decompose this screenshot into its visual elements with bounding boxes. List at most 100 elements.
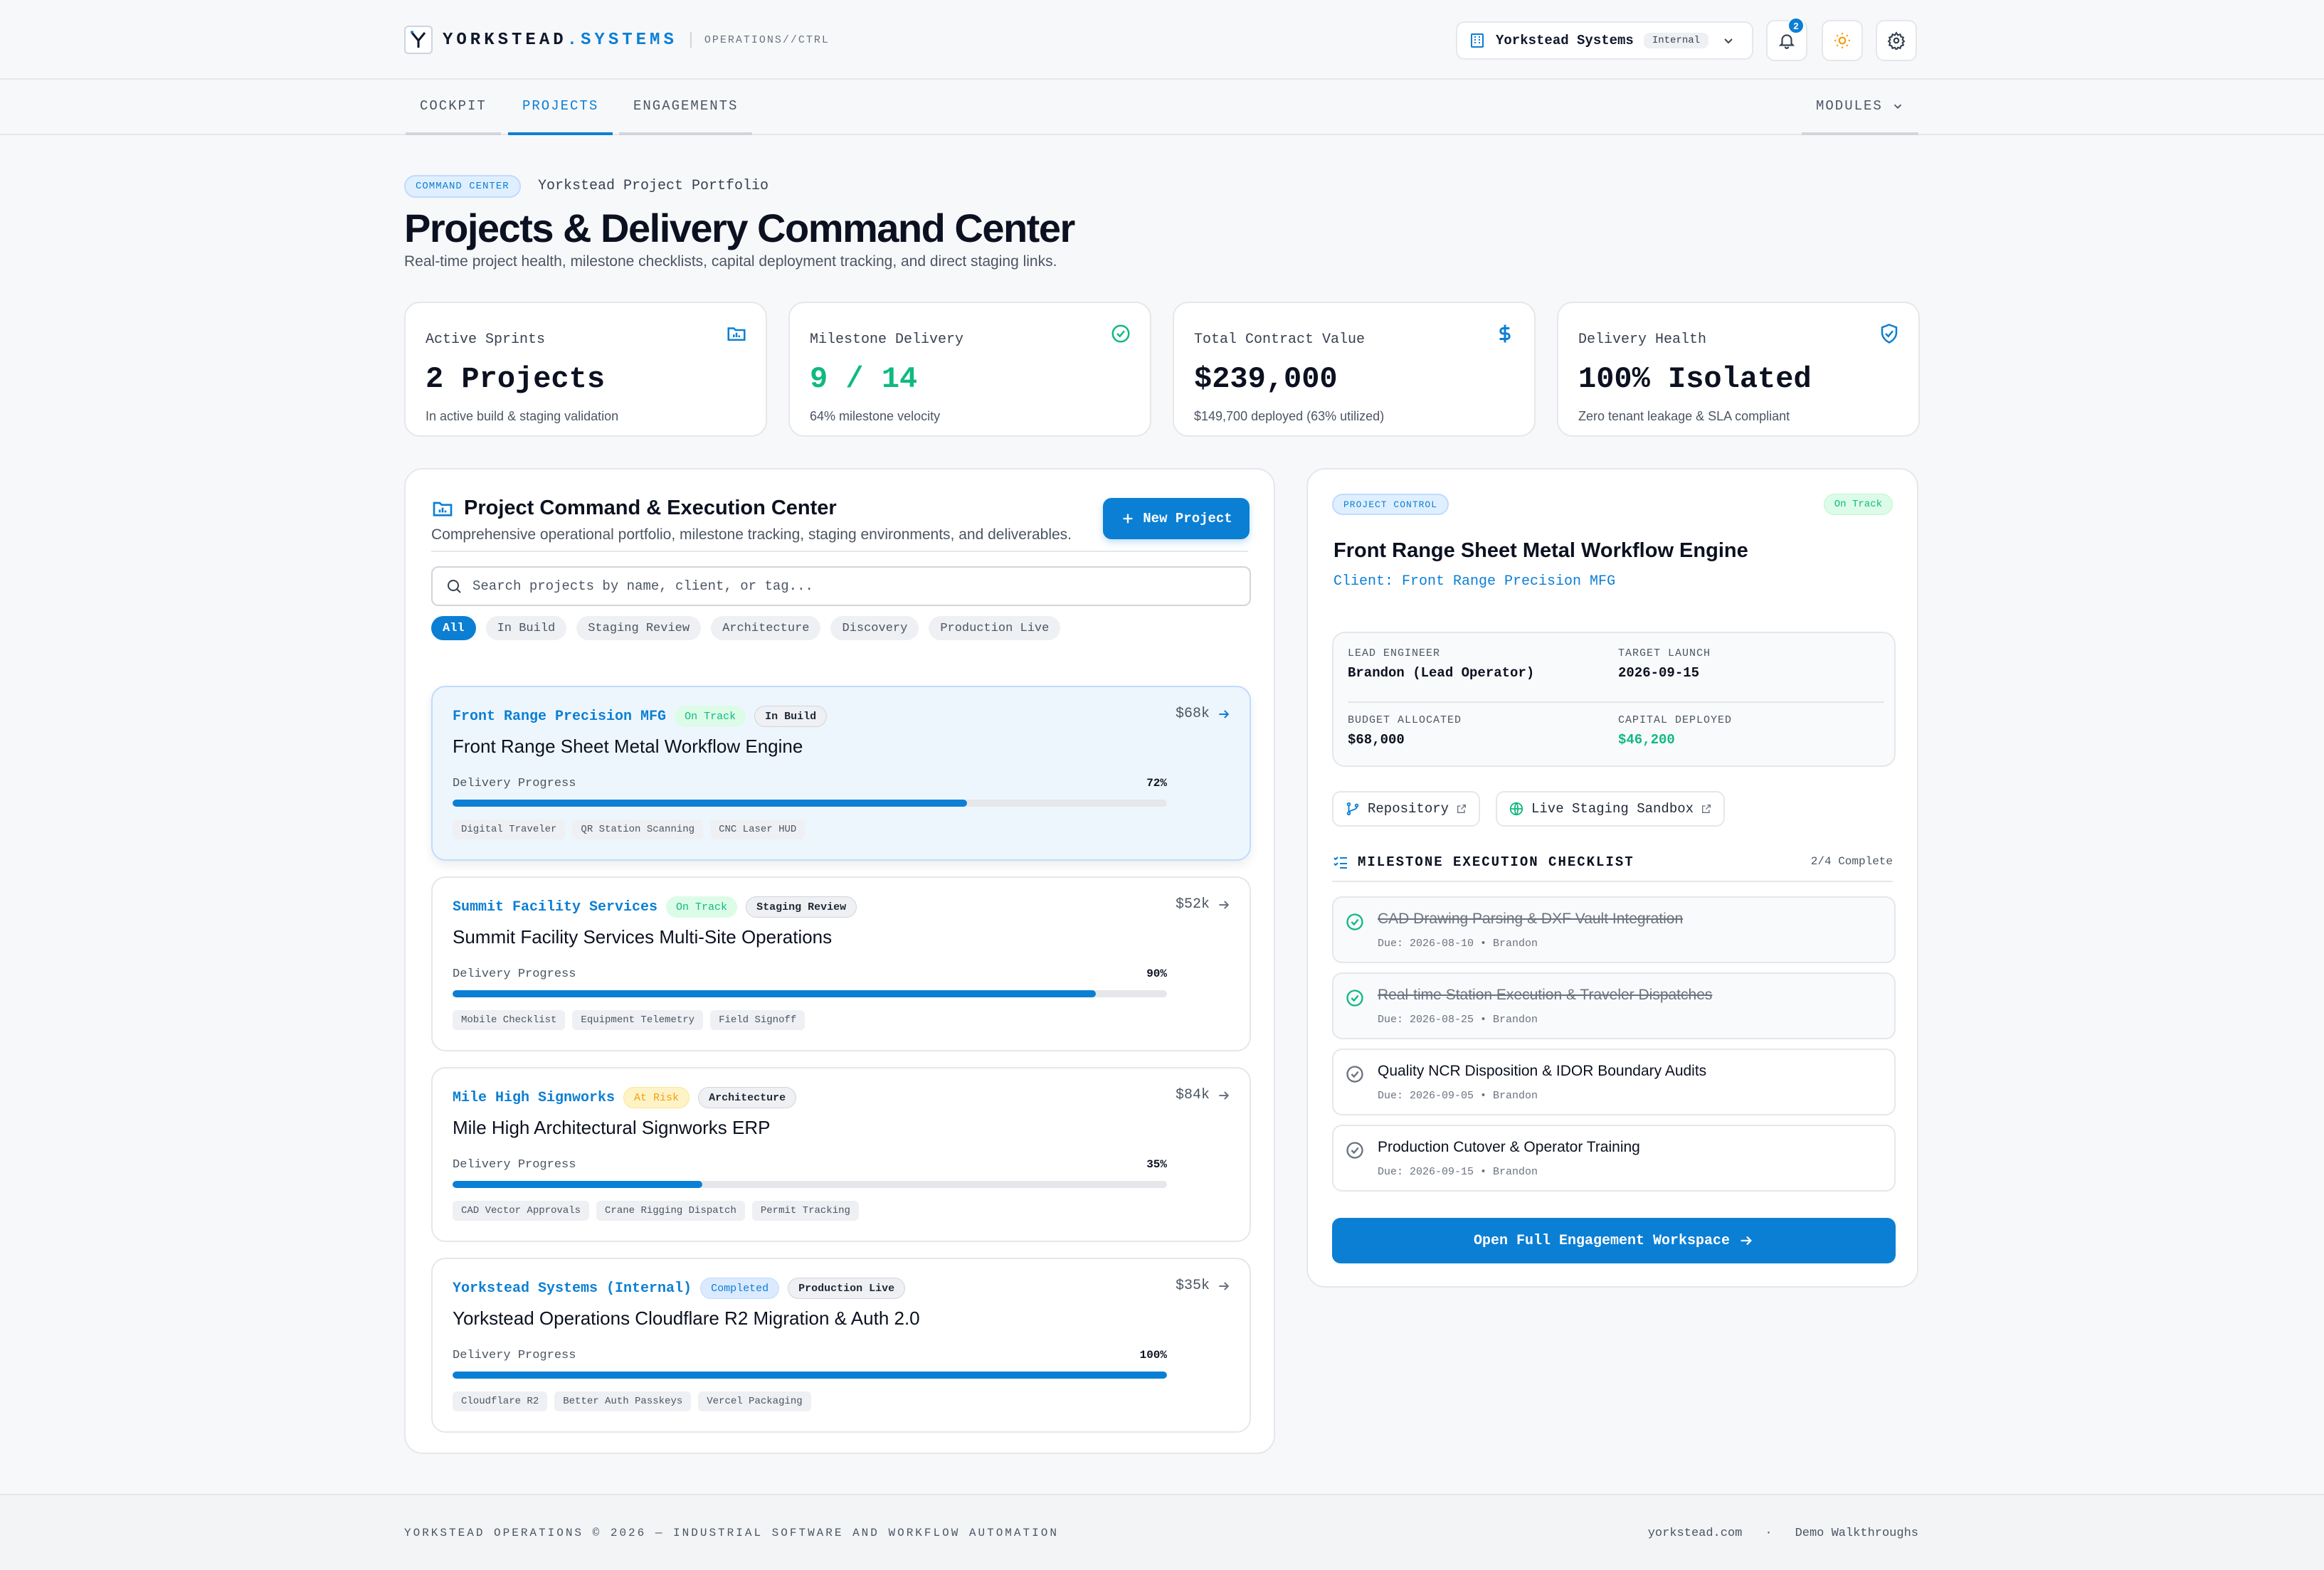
brand-logo[interactable]: YORKSTEAD.SYSTEMS OPERATIONS//CTRL — [404, 26, 830, 54]
plus-icon — [1120, 511, 1136, 526]
project-card[interactable]: Mile High Signworks At Risk Architecture… — [431, 1067, 1251, 1242]
notifications-button[interactable]: 2 — [1766, 17, 1807, 61]
building-icon — [1469, 32, 1486, 49]
org-name: Yorkstead Systems — [1496, 33, 1634, 48]
folder-chart-icon — [431, 497, 454, 520]
project-search-input[interactable]: Search projects by name, client, or tag.… — [431, 566, 1251, 606]
kpi-note: Zero tenant leakage & SLA compliant — [1578, 409, 1790, 423]
kpi-value: 9 / 14 — [810, 362, 918, 396]
info-lead-engineer: LEAD ENGINEER Brandon (Lead Operator) — [1348, 647, 1534, 681]
progress-bar — [453, 990, 1167, 997]
dollar-icon — [1494, 323, 1516, 344]
info-value: $46,200 — [1618, 732, 1675, 748]
milestone-item[interactable]: Real-time Station Execution & Traveler D… — [1332, 972, 1896, 1039]
progress-bar-fill — [453, 1181, 703, 1188]
theme-toggle-button[interactable] — [1822, 20, 1863, 61]
footer: YORKSTEAD OPERATIONS © 2026 — INDUSTRIAL… — [0, 1494, 2324, 1570]
live-staging-link[interactable]: Live Staging Sandbox — [1496, 791, 1726, 827]
arrow-right-icon — [1217, 898, 1231, 912]
project-card[interactable]: Front Range Precision MFG On Track In Bu… — [431, 686, 1251, 861]
project-name: Yorkstead Operations Cloudflare R2 Migra… — [453, 1308, 920, 1329]
detail-client: Client: Front Range Precision MFG — [1333, 573, 1616, 590]
kpi-value: 100% Isolated — [1578, 362, 1812, 396]
check-circle-icon — [1345, 988, 1365, 1008]
kpi-label: Milestone Delivery — [810, 331, 964, 348]
search-placeholder: Search projects by name, client, or tag.… — [472, 578, 813, 594]
live-staging-label: Live Staging Sandbox — [1531, 801, 1694, 817]
new-project-label: New Project — [1143, 511, 1232, 526]
top-header: YORKSTEAD.SYSTEMS OPERATIONS//CTRL Yorks… — [0, 0, 2324, 80]
project-amount: $35k — [1175, 1278, 1210, 1294]
info-value: 2026-09-15 — [1618, 665, 1700, 681]
chevron-down-icon — [1721, 33, 1736, 48]
info-capital-deployed: CAPITAL DEPLOYED $46,200 — [1618, 714, 1732, 748]
progress-percent: 35% — [1146, 1158, 1167, 1171]
open-workspace-label: Open Full Engagement Workspace — [1473, 1232, 1731, 1249]
brand-divider — [690, 32, 692, 48]
milestone-meta: Due: 2026-08-10 • Brandon — [1378, 938, 1538, 950]
filter-chip-production-live[interactable]: Production Live — [929, 616, 1061, 640]
repository-link[interactable]: Repository — [1332, 791, 1481, 827]
org-type-badge: Internal — [1643, 33, 1709, 48]
kpi-value: 2 Projects — [426, 362, 606, 396]
divider — [1332, 881, 1893, 882]
org-switcher[interactable]: Yorkstead Systems Internal — [1456, 21, 1753, 60]
tab-projects[interactable]: PROJECTS — [508, 80, 613, 135]
footer-link-website[interactable]: yorkstead.com — [1648, 1527, 1743, 1540]
filter-chip-in-build[interactable]: In Build — [485, 616, 567, 640]
filter-chip-all[interactable]: All — [431, 616, 476, 640]
kpi-label: Delivery Health — [1578, 331, 1707, 348]
logo-mark-icon — [404, 26, 433, 54]
modules-menu[interactable]: MODULES — [1802, 80, 1918, 135]
filter-chip-architecture[interactable]: Architecture — [711, 616, 821, 640]
projects-panel-subtitle: Comprehensive operational portfolio, mil… — [431, 526, 1072, 543]
milestone-item[interactable]: Quality NCR Disposition & IDOR Boundary … — [1332, 1049, 1896, 1115]
milestone-title: Real-time Station Execution & Traveler D… — [1378, 987, 1713, 1003]
tab-engagements[interactable]: ENGAGEMENTS — [619, 80, 753, 135]
status-badge: Completed — [700, 1278, 780, 1299]
project-card[interactable]: Summit Facility Services On Track Stagin… — [431, 876, 1251, 1051]
progress-bar — [453, 1181, 1167, 1188]
footer-link-demo[interactable]: Demo Walkthroughs — [1795, 1527, 1918, 1540]
project-client: Yorkstead Systems (Internal) — [453, 1280, 692, 1297]
project-tag: CAD Vector Approvals — [453, 1201, 590, 1221]
repository-label: Repository — [1368, 801, 1449, 817]
progress-label: Delivery Progress — [453, 777, 576, 790]
milestone-item[interactable]: CAD Drawing Parsing & DXF Vault Integrat… — [1332, 896, 1896, 963]
milestone-item[interactable]: Production Cutover & Operator Training D… — [1332, 1125, 1896, 1192]
bell-icon — [1778, 31, 1796, 50]
info-value: $68,000 — [1348, 732, 1405, 748]
search-icon — [445, 578, 463, 595]
tab-cockpit[interactable]: COCKPIT — [406, 80, 501, 135]
footer-separator: · — [1765, 1527, 1773, 1540]
arrow-right-icon — [1738, 1233, 1754, 1248]
arrow-right-icon — [1217, 1279, 1231, 1293]
project-card[interactable]: Yorkstead Systems (Internal) Completed P… — [431, 1258, 1251, 1433]
milestone-meta: Due: 2026-09-05 • Brandon — [1378, 1090, 1538, 1102]
notification-count-badge: 2 — [1787, 17, 1805, 34]
open-workspace-button[interactable]: Open Full Engagement Workspace — [1332, 1218, 1896, 1263]
git-branch-icon — [1345, 801, 1361, 817]
new-project-button[interactable]: New Project — [1103, 498, 1250, 539]
milestone-title: CAD Drawing Parsing & DXF Vault Integrat… — [1378, 911, 1684, 927]
kpi-value: $239,000 — [1194, 362, 1338, 396]
projects-panel: Project Command & Execution Center Compr… — [404, 468, 1275, 1454]
footer-copyright: YORKSTEAD OPERATIONS © 2026 — INDUSTRIAL… — [404, 1527, 1059, 1539]
project-tag: Mobile Checklist — [453, 1010, 566, 1030]
settings-button[interactable] — [1876, 20, 1917, 61]
portfolio-subtitle: Yorkstead Project Portfolio — [538, 178, 769, 194]
checklist-title: MILESTONE EXECUTION CHECKLIST — [1358, 854, 1634, 870]
progress-label: Delivery Progress — [453, 967, 576, 981]
brand-subtitle: OPERATIONS//CTRL — [704, 33, 830, 46]
filter-chip-staging-review[interactable]: Staging Review — [576, 616, 702, 640]
circle-check-outline-icon — [1345, 1140, 1365, 1160]
status-badge: On Track — [1823, 494, 1893, 515]
filter-chip-discovery[interactable]: Discovery — [830, 616, 919, 640]
progress-bar-fill — [453, 800, 967, 807]
milestone-meta: Due: 2026-09-15 • Brandon — [1378, 1166, 1538, 1178]
project-name: Mile High Architectural Signworks ERP — [453, 1117, 771, 1138]
checklist-header: MILESTONE EXECUTION CHECKLIST — [1332, 854, 1634, 871]
kpi-label: Active Sprints — [426, 331, 546, 348]
project-client: Summit Facility Services — [453, 898, 658, 916]
milestone-title: Quality NCR Disposition & IDOR Boundary … — [1378, 1063, 1707, 1079]
